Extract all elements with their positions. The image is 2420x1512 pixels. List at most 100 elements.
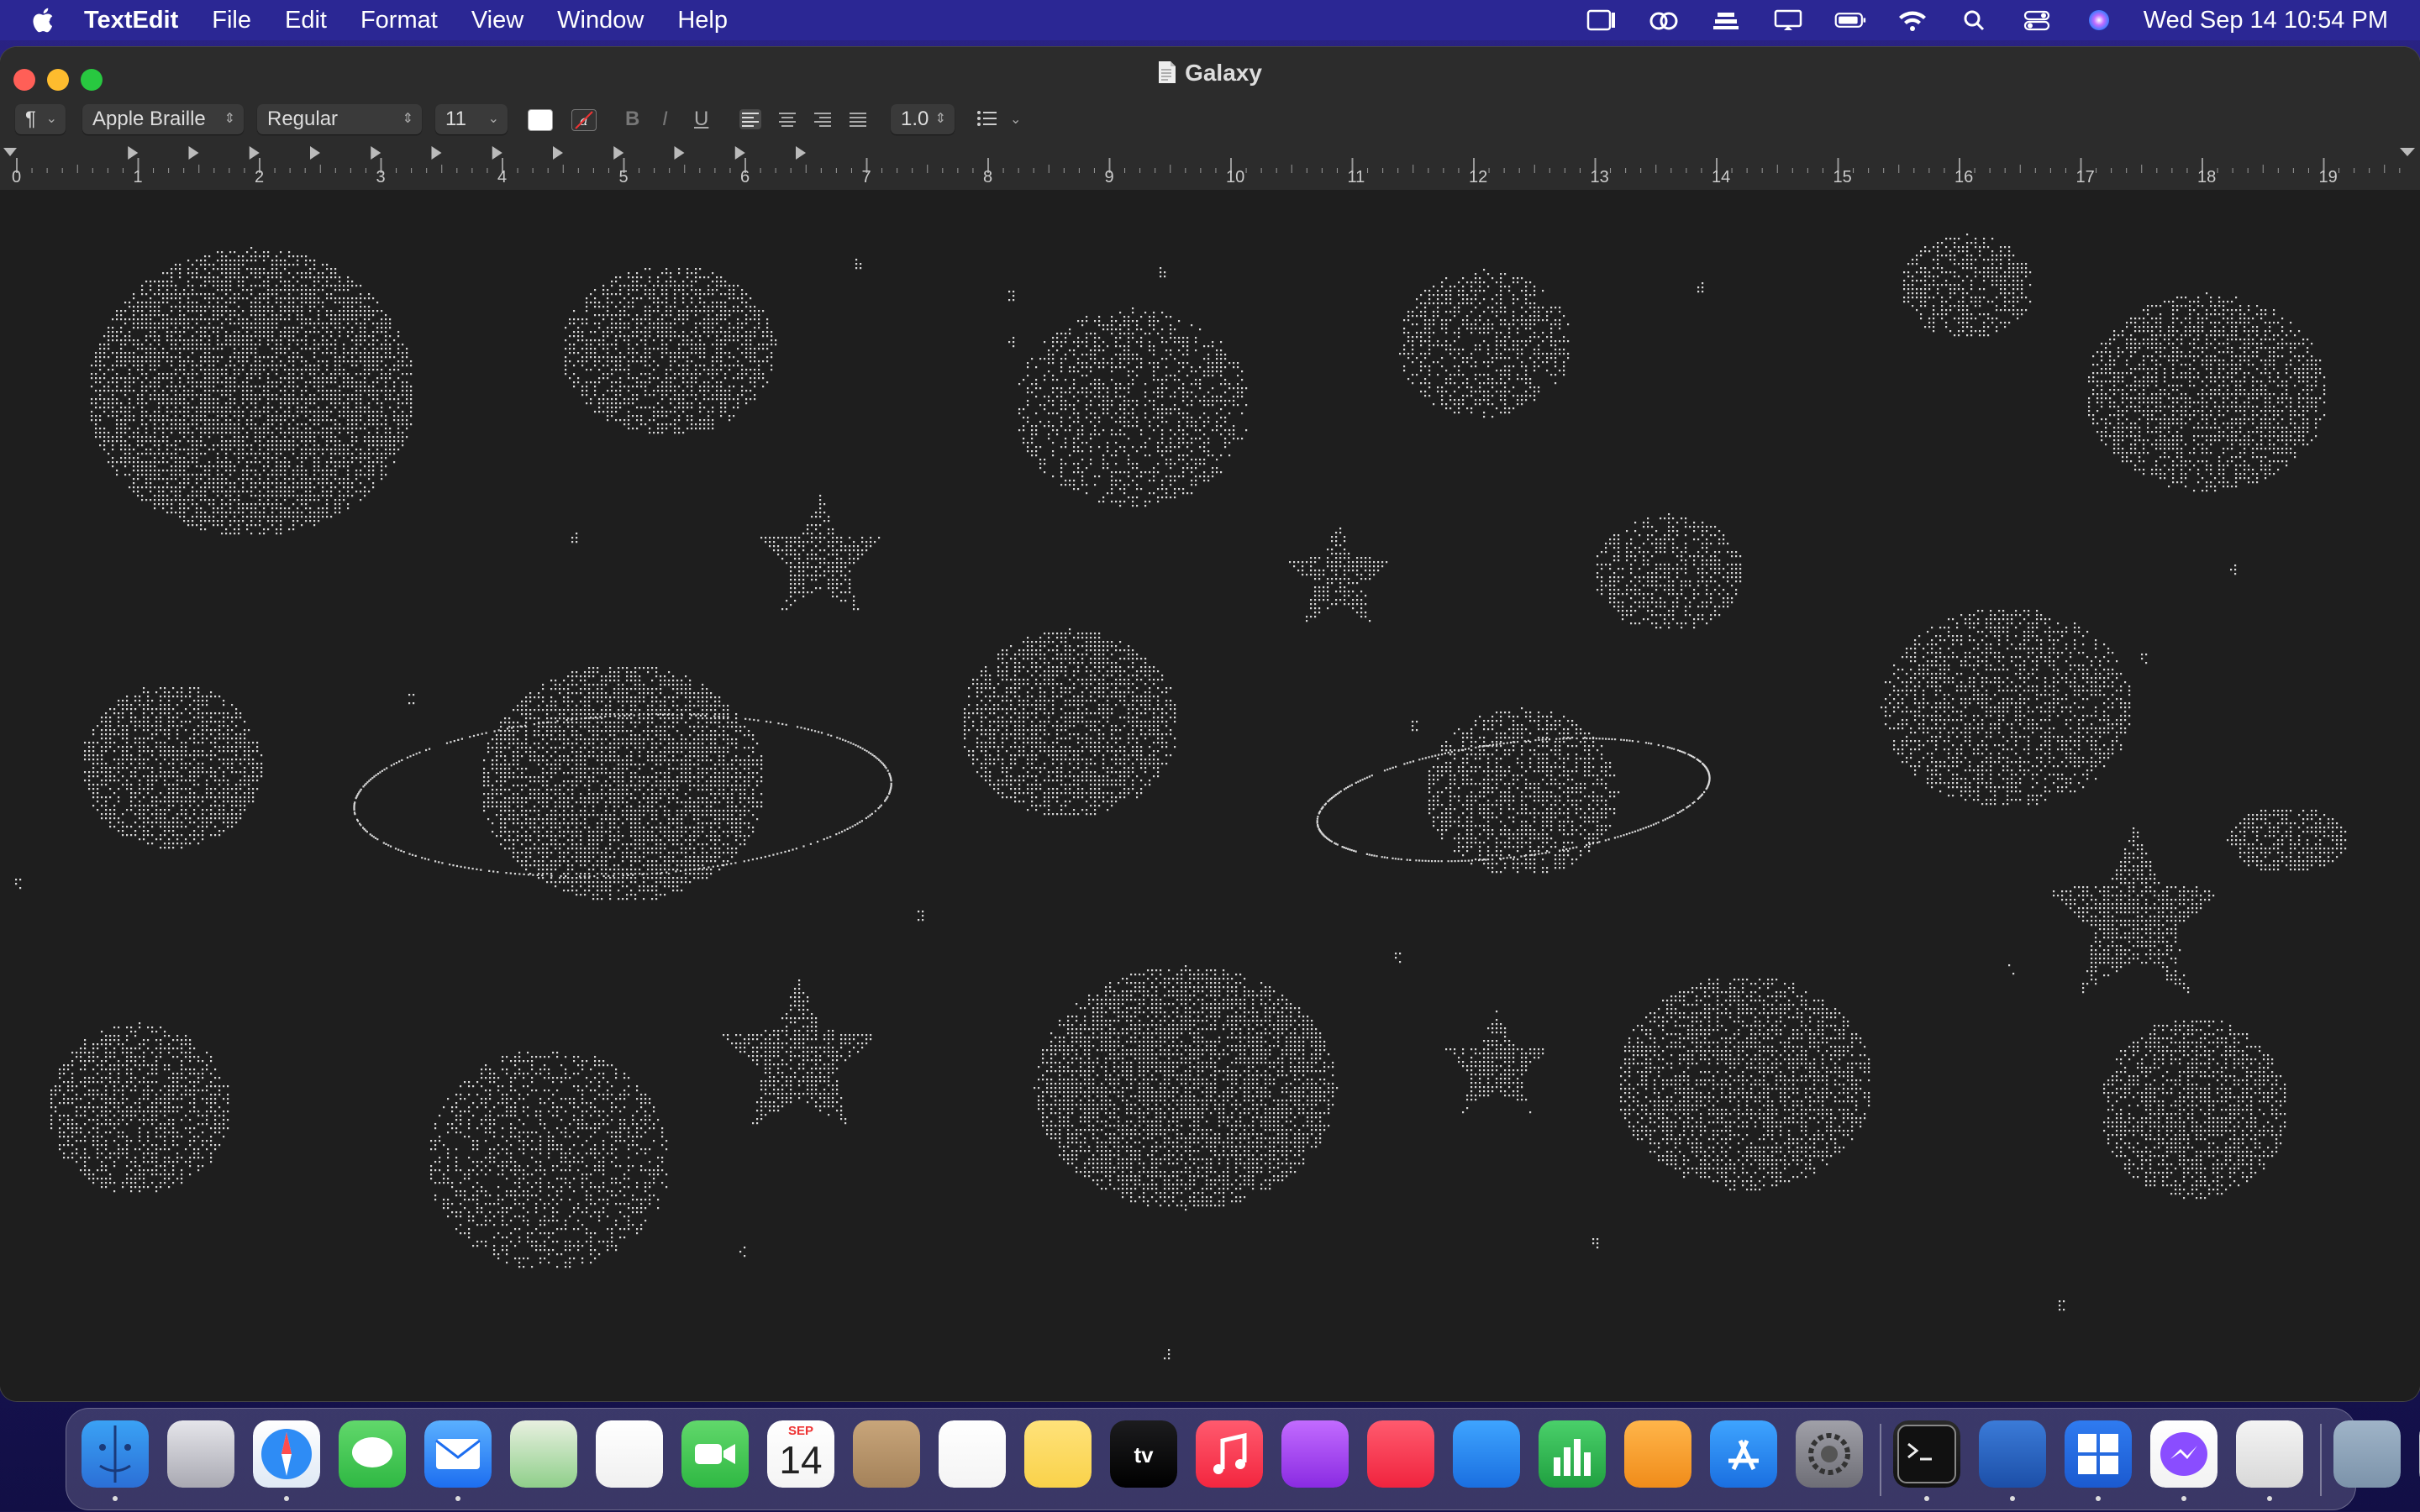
ruler-number: 6: [740, 168, 750, 186]
left-indent-marker[interactable]: [3, 148, 17, 156]
speck-dot: [1008, 337, 1015, 348]
dock-app-store-icon[interactable]: [1710, 1420, 1777, 1488]
align-left-icon: [742, 113, 759, 127]
stage-manager-icon[interactable]: [1586, 8, 1618, 33]
tab-stop-marker[interactable]: [249, 146, 260, 160]
apple-menu-icon[interactable]: [30, 6, 59, 34]
display-icon[interactable]: [1772, 8, 1804, 33]
tab-stop-marker[interactable]: [674, 146, 685, 160]
tab-stop-marker[interactable]: [188, 146, 199, 160]
chevron-down-icon: ⌄: [487, 112, 499, 126]
planet-shape: [1620, 979, 1870, 1191]
dock-windows-app-icon[interactable]: [2065, 1420, 2132, 1488]
align-right-icon: [814, 113, 831, 127]
ruler-number: 5: [618, 168, 629, 186]
dock-podcasts-icon[interactable]: [1281, 1420, 1349, 1488]
dock-system-preferences-icon[interactable]: [1796, 1420, 1863, 1488]
dock-textedit-icon[interactable]: [2236, 1420, 2303, 1488]
dock-facetime-icon[interactable]: [681, 1420, 749, 1488]
menu-file[interactable]: File: [195, 7, 268, 34]
planet-shape: [430, 1052, 668, 1268]
planet-shape: [1597, 513, 1742, 629]
dock-safari-icon[interactable]: [253, 1420, 320, 1488]
dock-tv-icon[interactable]: tv: [1110, 1420, 1177, 1488]
control-center-icon[interactable]: [2021, 8, 2053, 33]
tab-stop-marker[interactable]: [492, 146, 502, 160]
battery-icon[interactable]: [1834, 8, 1866, 33]
menu-format[interactable]: Format: [344, 7, 455, 34]
dock-terminal-icon[interactable]: [1893, 1420, 1960, 1488]
dock-downloads-icon[interactable]: [2333, 1420, 2401, 1488]
tab-stop-marker[interactable]: [371, 146, 381, 160]
planet-shape: [1881, 610, 2131, 806]
dock-keynote-icon[interactable]: [1453, 1420, 1520, 1488]
paragraph-style-menu[interactable]: ¶ ⌄: [15, 104, 66, 134]
search-icon[interactable]: [1959, 8, 1991, 33]
font-family-popup[interactable]: Apple Braille ⇕: [82, 104, 244, 134]
dock-mail-icon[interactable]: [424, 1420, 492, 1488]
dock-maps-icon[interactable]: [510, 1420, 577, 1488]
menu-bar: TextEdit File Edit Format View Window He…: [0, 0, 2420, 40]
align-right-button[interactable]: [812, 109, 834, 129]
tab-stop-marker[interactable]: [553, 146, 563, 160]
menu-view[interactable]: View: [455, 7, 540, 34]
dock-reminders-icon[interactable]: [939, 1420, 1006, 1488]
italic-button[interactable]: I: [662, 108, 668, 131]
star-shape: [760, 495, 881, 611]
text-color-well[interactable]: [528, 109, 553, 131]
line-spacing-popup[interactable]: 1.0 ⇕: [891, 104, 955, 134]
cloud-icon[interactable]: [1710, 8, 1742, 33]
menu-help[interactable]: Help: [660, 7, 744, 34]
tab-stop-marker[interactable]: [796, 146, 806, 160]
dock-launchpad-icon[interactable]: [167, 1420, 234, 1488]
dock-messages-icon[interactable]: [339, 1420, 406, 1488]
menu-edit[interactable]: Edit: [268, 7, 344, 34]
chevron-down-icon: ⌄: [45, 112, 57, 126]
wifi-icon[interactable]: [1897, 8, 1928, 33]
tab-stop-marker[interactable]: [734, 146, 745, 160]
ruler-number: 17: [2075, 168, 2095, 186]
menu-window[interactable]: Window: [540, 7, 660, 34]
dock-notes-icon[interactable]: [1024, 1420, 1092, 1488]
dock-screen-sharing-icon[interactable]: [1979, 1420, 2046, 1488]
background-color-well[interactable]: a: [571, 109, 597, 131]
dock-contacts-icon[interactable]: [853, 1420, 920, 1488]
menu-clock[interactable]: Wed Sep 14 10:54 PM: [2144, 7, 2388, 34]
ruler[interactable]: 0 1 2 3 4 5 6 7 8 9 10 11 12 13 14 15 16 17 18 19: [0, 144, 2420, 190]
dock-photos-icon[interactable]: [596, 1420, 663, 1488]
document-text-area[interactable]: [0, 190, 2420, 1401]
running-indicator: [113, 1496, 118, 1501]
no-color-icon: a: [575, 111, 593, 129]
tab-stop-marker[interactable]: [128, 146, 139, 160]
list-bullets-menu[interactable]: ⌄: [975, 106, 1025, 136]
align-center-button[interactable]: [776, 109, 798, 129]
ruler-number: 4: [497, 168, 508, 186]
bold-button[interactable]: B: [625, 108, 639, 131]
menu-app-name[interactable]: TextEdit: [84, 7, 195, 34]
align-left-button[interactable]: [739, 109, 761, 129]
running-indicator: [2010, 1496, 2015, 1501]
underline-button[interactable]: U: [694, 108, 708, 131]
braille-galaxy-art: [15, 234, 2347, 1360]
font-style-popup[interactable]: Regular ⇕: [257, 104, 422, 134]
ruler-ticks: [3, 146, 2415, 173]
creative-cloud-icon[interactable]: [1648, 8, 1680, 33]
dock-music-icon[interactable]: [1196, 1420, 1263, 1488]
ruler-number: 18: [2197, 168, 2217, 186]
star-shape: [2053, 827, 2215, 994]
tab-stop-marker[interactable]: [613, 146, 624, 160]
dock-numbers-icon[interactable]: [1539, 1420, 1606, 1488]
dock-news-icon[interactable]: [1367, 1420, 1434, 1488]
window-title: Galaxy: [0, 54, 2420, 92]
tab-stop-marker[interactable]: [310, 146, 320, 160]
dock-messenger-icon[interactable]: [2150, 1420, 2217, 1488]
speck-dot: [1592, 1238, 1599, 1249]
siri-icon[interactable]: [2083, 8, 2115, 33]
font-size-combo[interactable]: 11 ⌄: [435, 104, 508, 134]
right-indent-marker[interactable]: [2400, 148, 2415, 156]
dock-calendar-icon[interactable]: SEP 14: [767, 1420, 834, 1488]
tab-stop-marker[interactable]: [431, 146, 442, 160]
dock-pages-icon[interactable]: [1624, 1420, 1691, 1488]
align-justify-button[interactable]: [847, 109, 869, 129]
dock-finder-icon[interactable]: [82, 1420, 149, 1488]
